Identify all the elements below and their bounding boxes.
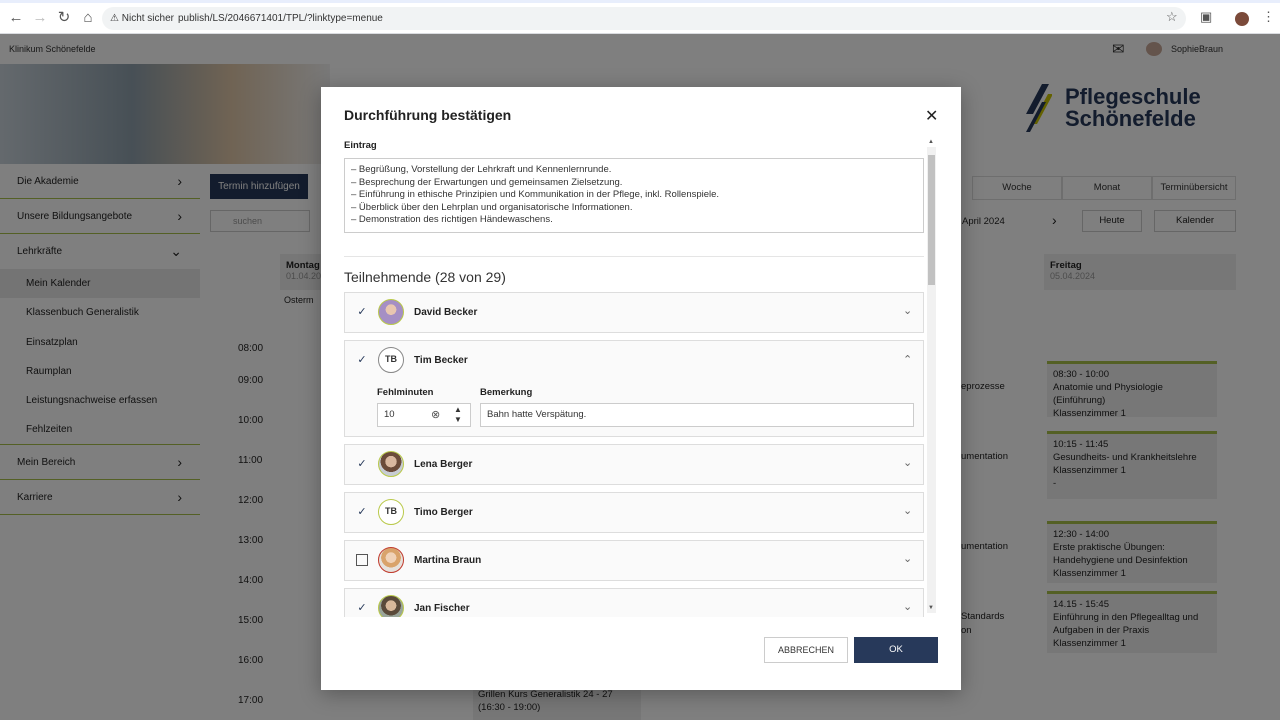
forward-icon[interactable]: → xyxy=(30,8,50,28)
participant-row[interactable]: ✓ Lena Berger ⌄ xyxy=(344,444,924,485)
cancel-button[interactable]: ABBRECHEN xyxy=(764,637,848,663)
avatar-initials: TB xyxy=(378,499,404,525)
avatar xyxy=(378,595,404,617)
address-bar[interactable]: ⚠ Nicht sicher publish/LS/2046671401/TPL… xyxy=(102,7,1186,30)
clear-icon[interactable]: ⊗ xyxy=(431,404,440,426)
security-warning[interactable]: ⚠ Nicht sicher xyxy=(110,7,174,30)
entry-label: Eintrag xyxy=(344,140,377,151)
bookmark-star-icon[interactable]: ☆ xyxy=(1166,9,1178,25)
browser-toolbar: ← → ↻ ⌂ ⚠ Nicht sicher publish/LS/204667… xyxy=(0,0,1280,34)
fehlminuten-value: 10 xyxy=(384,409,395,420)
security-label: Nicht sicher xyxy=(121,13,174,24)
confirm-dialog: Durchführung bestätigen ✕ Eintrag – Begr… xyxy=(321,87,961,690)
url-text: publish/LS/2046671401/TPL/?linktype=menu… xyxy=(178,13,383,24)
extensions-icon[interactable]: ▣ xyxy=(1200,9,1212,25)
chevron-down-icon[interactable]: ⌄ xyxy=(903,600,912,613)
dialog-scroll-area: Eintrag – Begrüßung, Vorstellung der Leh… xyxy=(344,137,934,617)
menu-kebab-icon[interactable]: ⋮ xyxy=(1262,9,1275,25)
participant-name: Lena Berger xyxy=(414,459,473,470)
scrollbar-thumb[interactable] xyxy=(928,155,935,285)
reload-icon[interactable]: ↻ xyxy=(54,8,74,28)
checkmark-icon[interactable]: ✓ xyxy=(356,506,368,518)
divider xyxy=(344,256,924,257)
checkmark-icon[interactable]: ✓ xyxy=(356,458,368,470)
participant-name: Martina Braun xyxy=(414,555,482,566)
profile-avatar[interactable] xyxy=(1235,12,1249,26)
participant-row[interactable]: ✓ TB Timo Berger ⌄ xyxy=(344,492,924,533)
home-icon[interactable]: ⌂ xyxy=(78,8,98,28)
chevron-down-icon[interactable]: ⌄ xyxy=(903,304,912,317)
bemerkung-label: Bemerkung xyxy=(480,387,533,398)
entry-textarea[interactable]: – Begrüßung, Vorstellung der Lehrkraft u… xyxy=(344,158,924,233)
chevron-up-icon[interactable]: ⌃ xyxy=(903,353,912,366)
participant-row[interactable]: ✓ David Becker ⌄ xyxy=(344,292,924,333)
participants-title: Teilnehmende (28 von 29) xyxy=(344,269,506,285)
entry-line: – Überblick über den Lehrplan und organi… xyxy=(351,201,633,213)
dialog-title: Durchführung bestätigen xyxy=(344,107,512,123)
participant-row[interactable]: Martina Braun ⌄ xyxy=(344,540,924,581)
entry-line: – Besprechung der Erwartungen und gemein… xyxy=(351,176,623,188)
dialog-scrollbar[interactable]: ▲ ▼ xyxy=(927,139,936,613)
stepper-down-icon[interactable]: ▼ xyxy=(454,409,462,431)
checkmark-icon[interactable]: ✓ xyxy=(356,306,368,318)
avatar xyxy=(378,451,404,477)
scroll-up-icon[interactable]: ▲ xyxy=(928,139,934,145)
chevron-down-icon[interactable]: ⌄ xyxy=(903,456,912,469)
avatar xyxy=(378,299,404,325)
participant-name: Timo Berger xyxy=(414,507,473,518)
entry-line: – Einführung in ethische Prinzipien und … xyxy=(351,189,720,201)
ok-button[interactable]: OK xyxy=(854,637,938,663)
fehlminuten-input[interactable]: 10 ⊗ ▲ ▼ xyxy=(377,403,471,427)
checkmark-icon[interactable]: ✓ xyxy=(356,602,368,614)
participant-name: Jan Fischer xyxy=(414,603,470,614)
back-icon[interactable]: ← xyxy=(6,8,26,28)
participant-row-expanded[interactable]: ✓ TB Tim Becker ⌃ Fehlminuten Bemerkung … xyxy=(344,340,924,437)
avatar-initials: TB xyxy=(378,347,404,373)
bemerkung-input[interactable]: Bahn hatte Verspätung. xyxy=(480,403,914,427)
chevron-down-icon[interactable]: ⌄ xyxy=(903,552,912,565)
entry-line: – Begrüßung, Vorstellung der Lehrkraft u… xyxy=(351,164,612,175)
entry-line: – Demonstration des richtigen Händewasch… xyxy=(351,214,553,226)
participant-row[interactable]: ✓ Jan Fischer ⌄ xyxy=(344,588,924,617)
participant-name: David Becker xyxy=(414,307,478,318)
scroll-down-icon[interactable]: ▼ xyxy=(928,605,934,611)
checkmark-icon[interactable]: ✓ xyxy=(356,354,368,366)
chevron-down-icon[interactable]: ⌄ xyxy=(903,504,912,517)
fehlminuten-label: Fehlminuten xyxy=(377,387,434,398)
checkbox-unchecked[interactable] xyxy=(356,554,368,566)
close-icon[interactable]: ✕ xyxy=(925,106,938,126)
participant-name: Tim Becker xyxy=(414,355,468,366)
avatar xyxy=(378,547,404,573)
